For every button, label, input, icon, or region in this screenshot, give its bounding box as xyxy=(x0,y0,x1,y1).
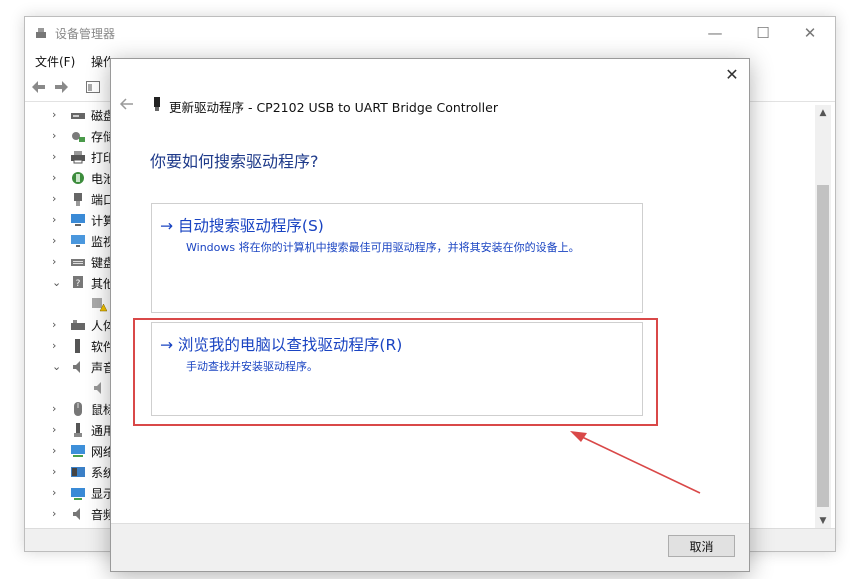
forward-arrow-icon[interactable] xyxy=(53,79,69,95)
usb-controller-icon xyxy=(74,423,82,437)
tree-row[interactable]: › 显示 xyxy=(25,483,115,504)
network-adapter-icon xyxy=(71,445,85,457)
device-tree: › 磁盘 › 存储 › 打印 › 电池 › 端口 › 计算 › 监视 › 键盘 … xyxy=(25,105,115,525)
tree-row[interactable]: › 计算 xyxy=(25,210,115,231)
back-arrow-icon[interactable] xyxy=(31,79,47,95)
tree-row[interactable]: ⌄ ? 其他 xyxy=(25,273,115,294)
usb-device-icon xyxy=(154,97,160,111)
dialog-footer: 取消 xyxy=(111,523,749,571)
storage-controller-icon xyxy=(72,132,85,142)
speaker-icon xyxy=(94,382,101,394)
chevron-right-icon[interactable]: › xyxy=(52,465,62,478)
menu-file[interactable]: 文件(F) xyxy=(35,53,75,70)
chevron-right-icon[interactable]: › xyxy=(52,486,62,499)
disk-drive-icon xyxy=(71,113,85,119)
auto-search-option[interactable]: → 自动搜索驱动程序(S) Windows 将在你的计算机中搜索最佳可用驱动程序… xyxy=(151,203,643,313)
chevron-right-icon[interactable]: › xyxy=(52,402,62,415)
scroll-up-icon[interactable]: ▲ xyxy=(815,105,831,121)
tree-row[interactable]: › 电池 xyxy=(25,168,115,189)
audio-device-icon xyxy=(73,508,80,520)
window-title: 设备管理器 xyxy=(55,27,116,41)
display-adapter-icon xyxy=(71,488,85,500)
battery-icon xyxy=(72,172,84,184)
chevron-right-icon[interactable]: › xyxy=(52,234,62,247)
chevron-down-icon[interactable]: ⌄ xyxy=(52,276,62,289)
chevron-right-icon[interactable]: › xyxy=(52,192,62,205)
chevron-right-icon[interactable]: › xyxy=(52,150,62,163)
chevron-right-icon[interactable]: › xyxy=(52,108,62,121)
tree-row[interactable]: › 通用 xyxy=(25,420,115,441)
dialog-title: 更新驱动程序 - CP2102 USB to UART Bridge Contr… xyxy=(169,100,498,115)
keyboard-icon xyxy=(71,259,85,266)
monitor-icon xyxy=(71,235,85,247)
window-close-button[interactable]: ✕ xyxy=(790,22,830,44)
tree-row[interactable]: › 软件 xyxy=(25,336,115,357)
chevron-right-icon[interactable]: › xyxy=(52,444,62,457)
back-arrow-icon[interactable] xyxy=(119,96,135,112)
chevron-down-icon[interactable]: ⌄ xyxy=(52,360,62,373)
chevron-right-icon[interactable]: › xyxy=(52,339,62,352)
update-driver-dialog: ✕ 更新驱动程序 - CP2102 USB to UART Bridge Con… xyxy=(110,58,750,572)
tree-row[interactable]: › 存储 xyxy=(25,126,115,147)
computer-icon xyxy=(71,214,85,226)
software-device-icon xyxy=(75,339,80,353)
tree-row[interactable]: › 磁盘 xyxy=(25,105,115,126)
chevron-right-icon[interactable]: › xyxy=(52,507,62,520)
human-interface-icon xyxy=(71,320,85,330)
tree-row[interactable]: › 鼠标 xyxy=(25,399,115,420)
scroll-down-icon[interactable]: ▼ xyxy=(815,513,831,529)
tree-row[interactable]: › 人体 xyxy=(25,315,115,336)
chevron-right-icon[interactable]: › xyxy=(52,213,62,226)
tree-row[interactable]: › 端口 xyxy=(25,189,115,210)
tree-row[interactable]: ⌄ 声音 xyxy=(25,357,115,378)
chevron-right-icon[interactable]: › xyxy=(52,129,62,142)
system-device-icon xyxy=(71,467,85,477)
printer-icon xyxy=(71,151,85,164)
vertical-scrollbar[interactable]: ▲ ▼ xyxy=(815,105,831,529)
tree-row[interactable]: › 打印 xyxy=(25,147,115,168)
highlight-box xyxy=(133,318,658,426)
properties-icon[interactable] xyxy=(85,79,101,95)
dialog-question: 你要如何搜索驱动程序? xyxy=(150,152,319,171)
minimize-button[interactable]: — xyxy=(695,22,735,44)
svg-text:?: ? xyxy=(76,279,81,289)
device-manager-icon xyxy=(36,28,46,38)
tree-row[interactable] xyxy=(25,294,115,315)
chevron-right-icon[interactable]: › xyxy=(52,171,62,184)
chevron-right-icon[interactable]: › xyxy=(52,318,62,331)
tree-row[interactable]: › 音频 xyxy=(25,504,115,525)
chevron-right-icon[interactable]: › xyxy=(52,255,62,268)
auto-search-description: Windows 将在你的计算机中搜索最佳可用驱动程序，并将其安装在你的设备上。 xyxy=(186,241,580,254)
device-manager-titlebar: 设备管理器 — ☐ ✕ xyxy=(25,17,835,49)
tree-row[interactable] xyxy=(25,378,115,399)
speaker-icon xyxy=(73,361,80,373)
scroll-thumb[interactable] xyxy=(817,185,829,507)
maximize-button[interactable]: ☐ xyxy=(743,22,783,44)
chevron-right-icon[interactable]: › xyxy=(52,423,62,436)
tree-row[interactable]: › 系统 xyxy=(25,462,115,483)
port-icon xyxy=(74,193,82,206)
tree-row[interactable]: › 键盘 xyxy=(25,252,115,273)
warning-device-icon xyxy=(92,298,107,312)
tree-row[interactable]: › 监视 xyxy=(25,231,115,252)
tree-row[interactable]: › 网络 xyxy=(25,441,115,462)
auto-search-title[interactable]: → 自动搜索驱动程序(S) xyxy=(160,214,324,236)
other-devices-icon: ? xyxy=(73,276,83,289)
cancel-button[interactable]: 取消 xyxy=(668,535,735,557)
dialog-close-button[interactable]: ✕ xyxy=(718,63,746,87)
mouse-icon xyxy=(74,402,82,416)
